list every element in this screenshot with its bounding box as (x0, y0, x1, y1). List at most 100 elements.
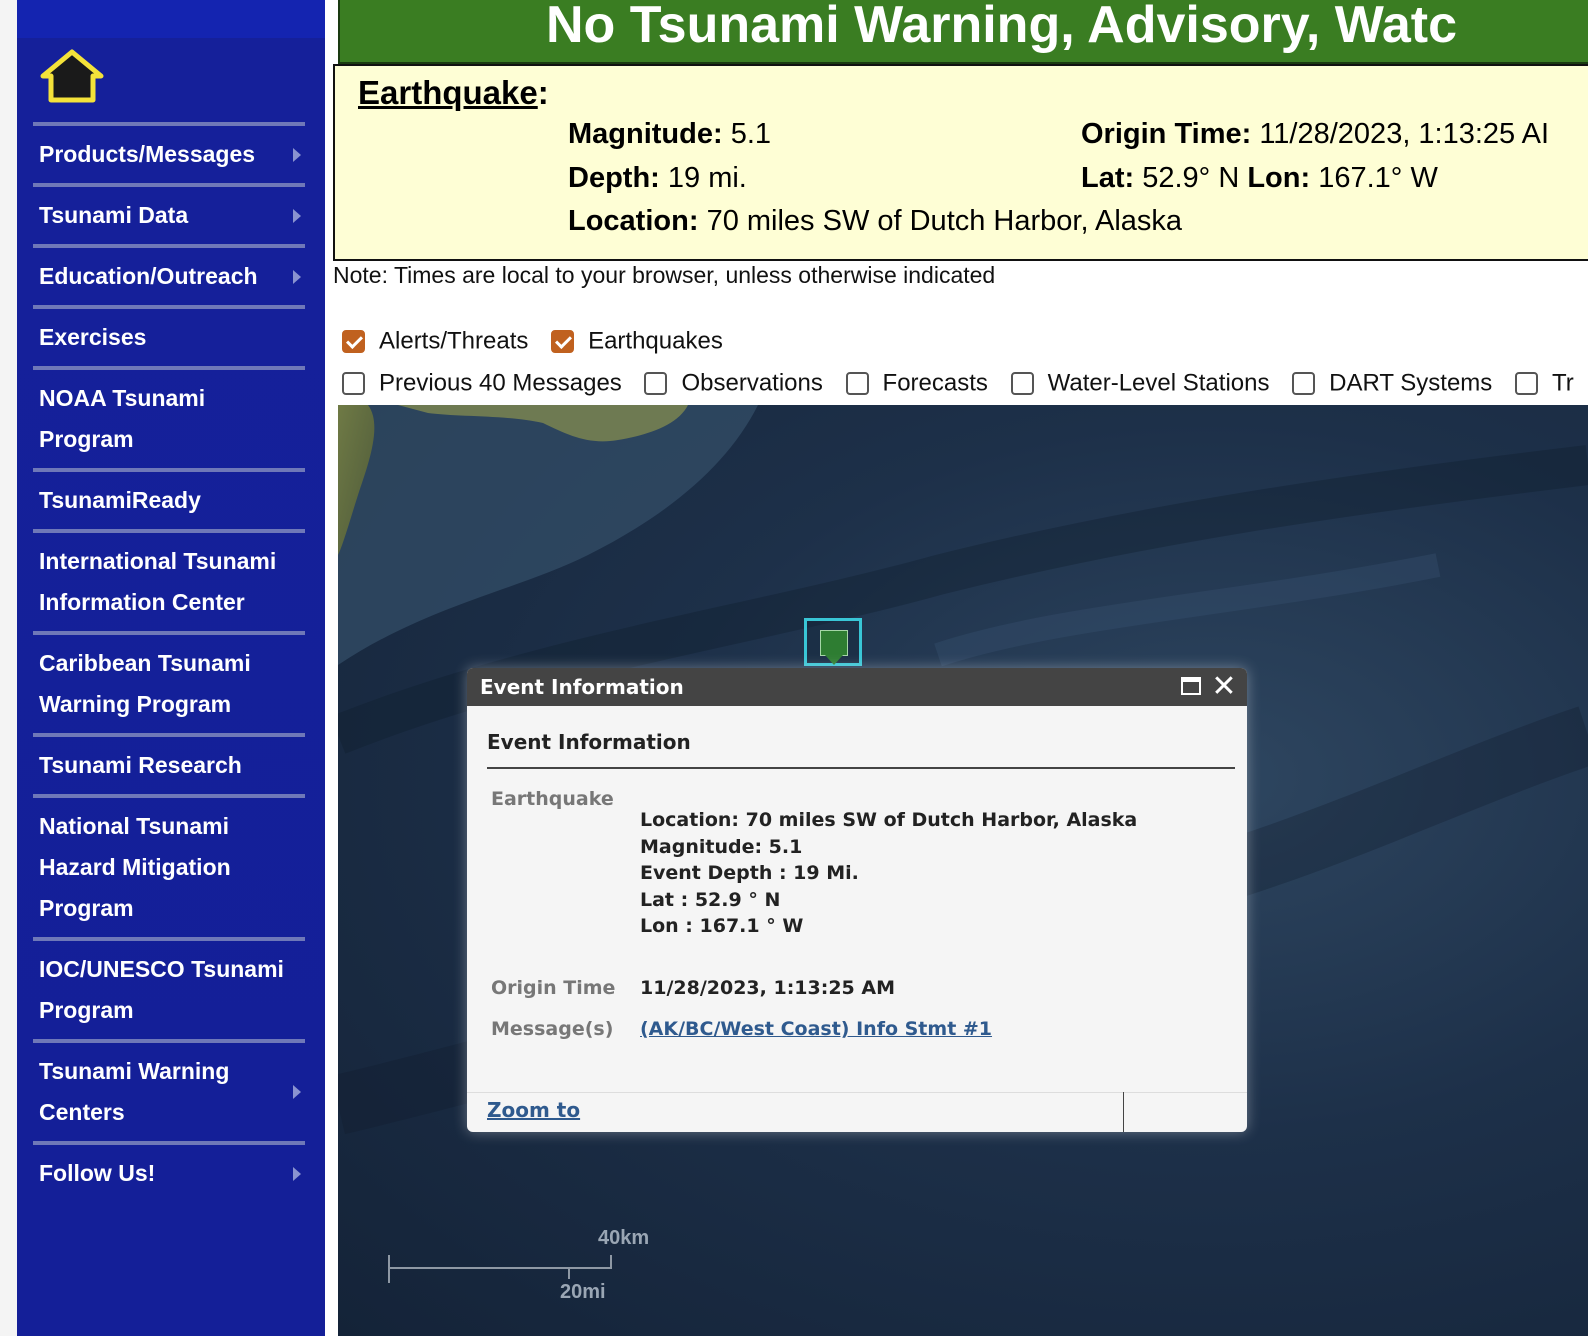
sidebar-item-noaa-tsunami-program[interactable]: NOAA Tsunami Program (33, 366, 305, 468)
map-scale-bar: 40km 20mi (388, 1227, 649, 1307)
layer-toggles-row-1: Alerts/Threats Earthquakes (342, 327, 739, 361)
sidebar-item-education-outreach[interactable]: Education/Outreach (33, 244, 305, 305)
sidebar-nav: Products/Messages Tsunami Data Education… (33, 122, 305, 1202)
sidebar-item-international-tsunami-information-center[interactable]: International Tsunami Information Center (33, 529, 305, 631)
chevron-right-icon (293, 1085, 301, 1099)
popup-magnitude: Magnitude: 5.1 (640, 835, 803, 858)
layer-water-level-stations[interactable]: Water-Level Stations (1010, 369, 1270, 398)
zoom-to-link[interactable]: Zoom to (487, 1098, 580, 1122)
marker-pointer (825, 655, 843, 665)
depth-value: 19 mi. (667, 162, 747, 194)
sidebar-item-caribbean-tsunami-warning-program[interactable]: Caribbean Tsunami Warning Program (33, 631, 305, 733)
sidebar-item-label: Caribbean Tsunami Warning Program (39, 650, 251, 717)
magnitude-label: Magnitude: (568, 118, 723, 150)
magnitude-value: 5.1 (730, 118, 772, 150)
sidebar-item-label: IOC/UNESCO Tsunami Program (39, 956, 284, 1023)
close-icon[interactable]: ✕ (1209, 670, 1239, 704)
forecasts-checkbox[interactable] (845, 372, 869, 396)
observations-checkbox[interactable] (644, 372, 668, 396)
sidebar-item-label: TsunamiReady (39, 487, 201, 513)
layer-forecasts[interactable]: Forecasts (845, 369, 988, 398)
chevron-right-icon (293, 1166, 301, 1181)
chevron-right-icon (293, 208, 301, 223)
depth-row: Depth: 19 mi. (568, 162, 747, 195)
depth-label: Depth: (568, 162, 660, 194)
popup-footer-divider (467, 1092, 1247, 1093)
alerts-threats-checkbox[interactable] (342, 330, 365, 354)
truncated-layer-label: Tr (1551, 369, 1574, 397)
earthquake-summary-box: Earthquake: Magnitude: 5.1 Depth: 19 mi.… (333, 64, 1588, 261)
sidebar-top-strip (17, 0, 325, 38)
lat-lon-row: Lat: 52.9° N Lon: 167.1° W (1081, 162, 1438, 195)
chevron-right-icon (293, 269, 301, 284)
popup-origin-time-label: Origin Time (491, 977, 616, 999)
sidebar-item-tsunami-research[interactable]: Tsunami Research (33, 733, 305, 794)
water-level-stations-checkbox[interactable] (1010, 372, 1034, 396)
dart-systems-label: DART Systems (1329, 369, 1493, 397)
sidebar-item-label: Exercises (39, 324, 147, 350)
layer-truncated[interactable]: Tr (1514, 369, 1574, 398)
earthquakes-checkbox[interactable] (551, 330, 575, 354)
origin-time-row: Origin Time: 11/28/2023, 1:13:25 AI (1081, 118, 1549, 151)
sidebar-item-label: Tsunami Warning Centers (39, 1058, 230, 1125)
home-icon[interactable] (39, 46, 105, 106)
status-banner: No Tsunami Warning, Advisory, Watc (338, 0, 1588, 64)
sidebar-item-tsunamiready[interactable]: TsunamiReady (33, 468, 305, 529)
sidebar-item-label: Tsunami Data (39, 202, 189, 228)
origin-time-label: Origin Time: (1081, 118, 1252, 150)
sidebar-item-follow-us[interactable]: Follow Us! (33, 1141, 305, 1202)
popup-title: Event Information (487, 730, 691, 754)
popup-depth: Event Depth : 19 Mi. (640, 862, 859, 884)
scale-tick (610, 1255, 612, 1269)
sidebar-item-ioc-unesco[interactable]: IOC/UNESCO Tsunami Program (33, 937, 305, 1039)
popup-lon: Lon : 167.1 ° W (640, 915, 804, 937)
layer-alerts-threats[interactable]: Alerts/Threats (342, 327, 528, 356)
popup-messages-label: Message(s) (491, 1018, 614, 1040)
earthquakes-label: Earthquakes (588, 327, 723, 355)
location-row: Location: 70 miles SW of Dutch Harbor, A… (568, 205, 1182, 238)
maximize-icon[interactable] (1181, 677, 1201, 695)
earthquake-marker[interactable] (804, 618, 862, 666)
timezone-note: Note: Times are local to your browser, u… (333, 262, 996, 288)
water-level-stations-label: Water-Level Stations (1047, 369, 1270, 397)
sidebar-item-products-messages[interactable]: Products/Messages (33, 122, 305, 183)
popup-earthquake-details: Location: 70 miles SW of Dutch Harbor, A… (640, 807, 1137, 940)
sidebar-item-label: Products/Messages (39, 141, 256, 167)
scale-tick (388, 1255, 390, 1283)
earthquake-heading: Earthquake: (358, 74, 549, 111)
earthquake-heading-label: Earthquake (358, 74, 538, 111)
layer-observations[interactable]: Observations (644, 369, 823, 398)
popup-message-link-wrap: (AK/BC/West Coast) Info Stmt #1 (640, 1016, 992, 1043)
lon-value: 167.1° W (1318, 162, 1438, 194)
sidebar-item-label: Tsunami Research (39, 752, 242, 778)
previous-messages-label: Previous 40 Messages (379, 369, 622, 397)
location-label: Location: (568, 205, 699, 237)
lon-label: Lon: (1247, 162, 1311, 194)
sidebar: Products/Messages Tsunami Data Education… (17, 0, 325, 1336)
layer-dart-systems[interactable]: DART Systems (1292, 369, 1492, 398)
lat-label: Lat: (1081, 162, 1135, 194)
previous-messages-checkbox[interactable] (342, 372, 365, 396)
popup-header-title: Event Information (480, 675, 684, 699)
sidebar-item-label: NOAA Tsunami Program (39, 385, 206, 452)
location-value: 70 miles SW of Dutch Harbor, Alaska (706, 205, 1183, 237)
layer-previous-messages[interactable]: Previous 40 Messages (342, 369, 622, 398)
scale-mi-label: 20mi (560, 1281, 606, 1303)
popup-divider (487, 767, 1235, 769)
popup-header: Event Information ✕ (467, 668, 1247, 706)
scale-line (388, 1267, 612, 1269)
origin-time-value: 11/28/2023, 1:13:25 AI (1259, 118, 1550, 150)
scale-tick (568, 1267, 570, 1279)
sidebar-item-tsunami-warning-centers[interactable]: Tsunami Warning Centers (33, 1039, 305, 1141)
truncated-layer-checkbox[interactable] (1514, 372, 1538, 396)
sidebar-item-ntmhp[interactable]: National Tsunami Hazard Mitigation Progr… (33, 794, 305, 937)
sidebar-item-tsunami-data[interactable]: Tsunami Data (33, 183, 305, 244)
sidebar-item-exercises[interactable]: Exercises (33, 305, 305, 366)
dart-systems-checkbox[interactable] (1292, 372, 1316, 396)
popup-earthquake-label: Earthquake (491, 788, 614, 810)
layer-earthquakes[interactable]: Earthquakes (551, 327, 723, 356)
layer-toggles-row-2: Previous 40 Messages Observations Foreca… (342, 369, 1588, 403)
popup-lat: Lat : 52.9 ° N (640, 888, 781, 911)
message-link[interactable]: (AK/BC/West Coast) Info Stmt #1 (640, 1018, 992, 1040)
observations-label: Observations (681, 369, 823, 397)
